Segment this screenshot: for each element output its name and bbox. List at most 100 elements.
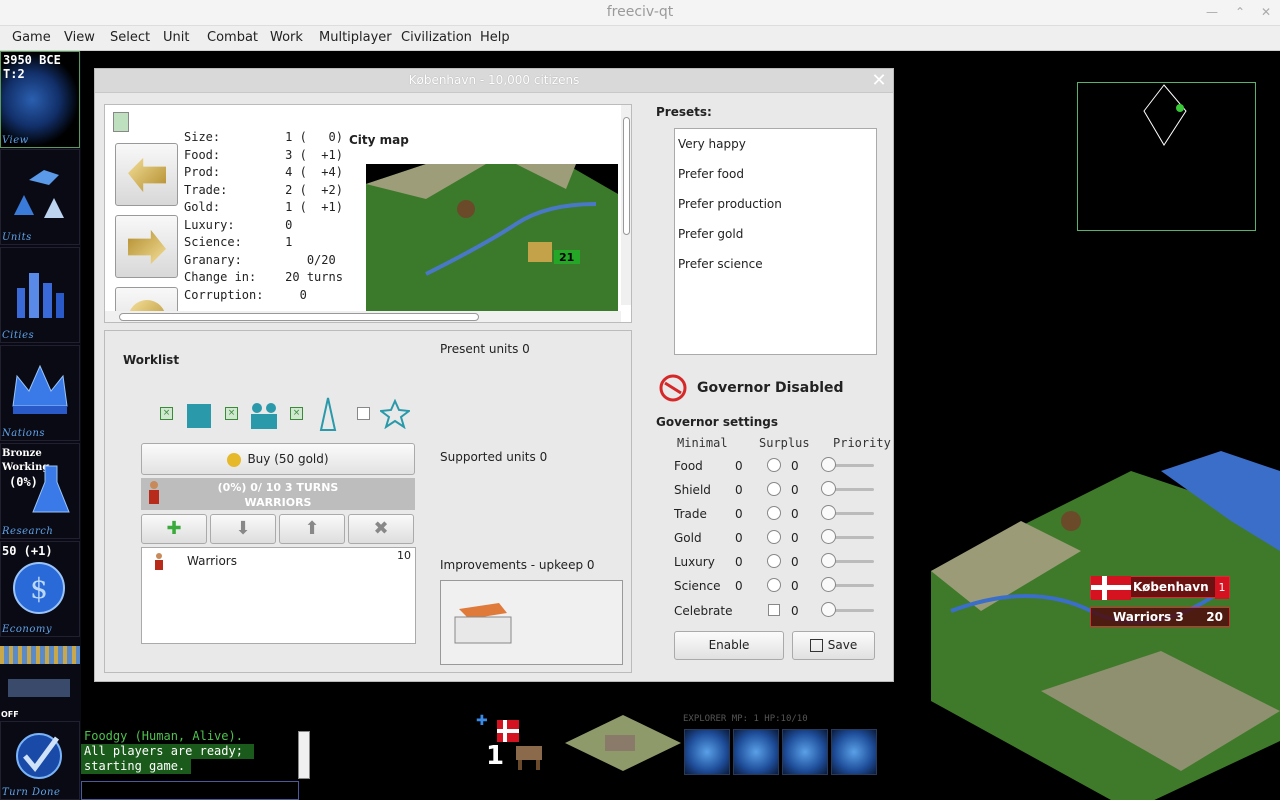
priority-slider-handle[interactable] [821, 553, 836, 568]
celebrate-checkbox[interactable] [768, 604, 780, 616]
preset-item[interactable]: Prefer science [675, 249, 876, 279]
sidebar-turn-done-button[interactable]: Turn Done [0, 721, 80, 800]
maximize-icon[interactable]: ⌃ [1232, 4, 1248, 20]
explore-action-icon[interactable] [733, 729, 779, 775]
chat-log: Foodgy (Human, Alive). All players are r… [81, 729, 310, 781]
unit-tile-icon[interactable] [565, 713, 681, 773]
gov-row-shield: Shield 0 0 [674, 479, 884, 503]
sidebar-view-button[interactable]: 3950 BCE T:2 View [0, 51, 80, 148]
filter-future-checkbox[interactable] [357, 407, 370, 420]
priority-slider-handle[interactable] [821, 577, 836, 592]
sidebar-research-button[interactable]: Bronze Working (0%) Research [0, 443, 80, 539]
wonder-icon[interactable] [313, 397, 343, 431]
priority-slider-handle[interactable] [821, 457, 836, 472]
turn-text: T:2 [3, 67, 25, 81]
preset-item[interactable]: Very happy [675, 129, 876, 159]
chat-input[interactable] [81, 781, 299, 800]
worklist-item[interactable]: Warriors 10 [142, 548, 415, 574]
menu-select[interactable]: Select [110, 30, 150, 45]
city-stat-label: Prod: [184, 165, 286, 179]
gov-row-celebrate: Celebrate 0 [674, 600, 884, 624]
surplus-radio[interactable] [767, 554, 781, 568]
close-window-icon[interactable]: ✕ [1258, 4, 1274, 20]
menu-bar: Game View Select Unit Combat Work Multip… [0, 26, 1280, 51]
remove-worklist-button[interactable]: ✖ [348, 514, 414, 544]
save-preset-button[interactable]: Save [792, 631, 875, 660]
menu-help[interactable]: Help [480, 30, 510, 45]
governor-status: Governor Disabled [659, 374, 844, 406]
footprints-action-icon[interactable] [684, 729, 730, 775]
city-production-label: Warriors 3 [1113, 610, 1184, 624]
filter-wonders-checkbox[interactable]: × [290, 407, 303, 420]
city-stat-label: Luxury: [184, 217, 286, 232]
citizen-icon[interactable] [113, 112, 129, 132]
explorer-unit-icon[interactable] [508, 728, 552, 772]
minimap[interactable] [1077, 82, 1256, 231]
star-icon[interactable] [380, 399, 410, 429]
preset-item[interactable]: Prefer production [675, 189, 876, 219]
tax-rates-bar[interactable] [0, 646, 80, 664]
priority-slider-handle[interactable] [821, 505, 836, 520]
palace-icon[interactable] [449, 599, 515, 647]
menu-work[interactable]: Work [270, 30, 303, 45]
sidebar-units-button[interactable]: Units [0, 149, 80, 245]
building-icon[interactable] [184, 400, 214, 430]
date-label: 3950 BCE T:2 [3, 53, 61, 81]
advisor-icons[interactable] [8, 679, 70, 697]
chat-scrollbar[interactable] [298, 731, 310, 779]
info-vertical-scrollbar[interactable] [621, 105, 631, 305]
tile-output-label: 21 [559, 251, 574, 264]
move-up-button[interactable]: ⬆ [279, 514, 345, 544]
move-down-button[interactable]: ⬇ [210, 514, 276, 544]
preset-item[interactable]: Prefer food [675, 159, 876, 189]
next-city-button[interactable] [115, 215, 178, 278]
menu-combat[interactable]: Combat [207, 30, 258, 45]
enable-governor-button[interactable]: Enable [674, 631, 784, 660]
close-icon[interactable]: ✕ [869, 71, 889, 91]
menu-unit[interactable]: Unit [163, 30, 189, 45]
governor-status-text: Governor Disabled [697, 380, 844, 396]
prev-city-button[interactable] [115, 143, 178, 206]
gov-row-surplus: 0 [791, 483, 799, 497]
add-worklist-button[interactable]: ✚ [141, 514, 207, 544]
sidebar-nations-button[interactable]: Nations [0, 345, 80, 441]
gov-row-name: Gold [674, 531, 702, 545]
filter-buildings-checkbox[interactable]: × [160, 407, 173, 420]
units-filter-icon[interactable] [247, 400, 281, 430]
window-titlebar: freeciv-qt — ⌃ ✕ [0, 0, 1280, 26]
priority-slider-handle[interactable] [821, 481, 836, 496]
priority-slider-handle[interactable] [821, 529, 836, 544]
priority-slider-handle[interactable] [821, 602, 836, 617]
menu-civilization[interactable]: Civilization [401, 30, 472, 45]
hand-action-icon[interactable] [782, 729, 828, 775]
city-stat-value: 1 [285, 235, 293, 249]
filter-units-checkbox[interactable]: × [225, 407, 238, 420]
arrow-left-icon [128, 157, 166, 193]
sidebar-economy-button[interactable]: 50 (+1) $ Economy [0, 541, 80, 637]
buy-button[interactable]: Buy (50 gold) [141, 443, 415, 475]
surplus-radio[interactable] [767, 506, 781, 520]
city-label-bar[interactable]: København 1 [1090, 576, 1230, 600]
city-dialog: København - 10,000 citizens ✕ Size: 1 ( … [94, 68, 894, 682]
plus-icon[interactable]: ✚ [476, 713, 490, 729]
production-progress-line1: (0%) 0/ 10 3 TURNS [217, 481, 339, 494]
save-icon [809, 639, 823, 652]
done-action-icon[interactable] [831, 729, 877, 775]
menu-view[interactable]: View [64, 30, 95, 45]
info-horizontal-scrollbar[interactable] [105, 311, 621, 322]
gov-row-name: Trade [674, 507, 707, 521]
preset-item[interactable]: Prefer gold [675, 219, 876, 249]
surplus-radio[interactable] [767, 530, 781, 544]
priority-header: Priority [833, 436, 891, 450]
presets-label: Presets: [656, 105, 712, 119]
surplus-radio[interactable] [767, 482, 781, 496]
minimize-icon[interactable]: — [1204, 4, 1220, 20]
sidebar-view-label: View [2, 135, 29, 146]
sidebar-cities-button[interactable]: Cities [0, 247, 80, 343]
surplus-radio[interactable] [767, 458, 781, 472]
surplus-radio[interactable] [767, 578, 781, 592]
city-map[interactable]: 21 [366, 164, 618, 312]
menu-game[interactable]: Game [12, 30, 51, 45]
supported-units-label: Supported units 0 [440, 450, 548, 464]
menu-multiplayer[interactable]: Multiplayer [319, 30, 392, 45]
